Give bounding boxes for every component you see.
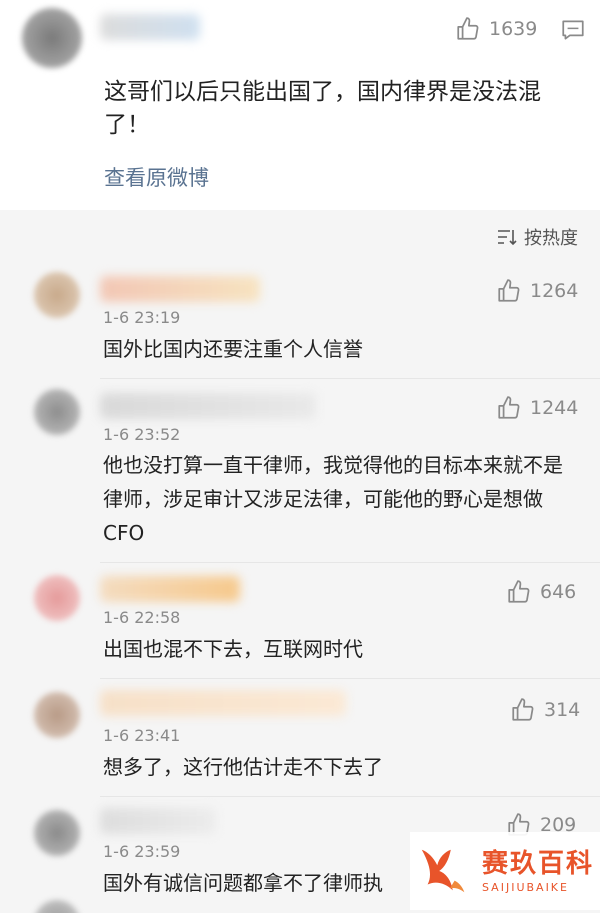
divider: [100, 562, 600, 563]
comment-text: 国外比国内还要注重个人信誉: [103, 337, 363, 361]
divider: [100, 378, 600, 379]
comment-like-count: 1244: [530, 397, 579, 419]
comment-like-count: 646: [540, 581, 577, 603]
comment-avatar[interactable]: [34, 389, 80, 435]
thumbs-up-icon: [457, 17, 479, 40]
comment-like-count: 1264: [530, 280, 579, 302]
comment-text: 出国也混不下去，互联网时代: [103, 637, 363, 661]
divider: [100, 796, 600, 797]
sort-by-hot-button[interactable]: 按热度: [496, 224, 578, 250]
watermark: 赛玖百科 SAIJIUBAIKE: [410, 832, 600, 910]
watermark-title: 赛玖百科: [482, 848, 595, 879]
comment-author-name[interactable]: [100, 576, 240, 602]
comment-avatar[interactable]: [34, 272, 80, 318]
post-text: 这哥们以后只能出国了，国内律界是没法混了！: [104, 79, 541, 138]
post-author-avatar[interactable]: [22, 8, 82, 68]
comment-author-name[interactable]: [100, 276, 260, 302]
comment-time: 1-6 23:41: [103, 726, 181, 745]
original-post-card: 1639 这哥们以后只能出国了，国内律界是没法混了！ 查看原微博: [0, 0, 600, 210]
comment-time: 1-6 23:19: [103, 308, 181, 327]
thumbs-up-icon: [512, 698, 534, 721]
sort-icon: [498, 230, 517, 246]
watermark-subtitle: SAIJIUBAIKE: [482, 880, 569, 894]
comment-avatar[interactable]: [34, 810, 80, 856]
comment-icon[interactable]: [560, 17, 586, 43]
comment-time: 1-6 23:59: [103, 842, 181, 861]
post-like-button[interactable]: 1639: [455, 16, 537, 42]
comment-like-button[interactable]: 314: [510, 697, 580, 723]
comment-like-count: 314: [544, 699, 581, 721]
comment-author-name[interactable]: [100, 393, 316, 419]
post-like-count: 1639: [489, 18, 538, 40]
comment-text: 他也没打算一直干律师，我觉得他的目标本来就不是律师，涉足审计又涉足法律，可能他的…: [103, 453, 563, 545]
thumbs-up-icon: [508, 580, 530, 603]
comment-avatar[interactable]: [34, 575, 80, 621]
comment-author-name[interactable]: [100, 690, 346, 716]
comment-avatar[interactable]: [34, 692, 80, 738]
view-original-link[interactable]: 查看原微博: [104, 162, 209, 192]
thumbs-up-icon: [498, 396, 520, 419]
comment-text: 想多了，这行他估计走不下去了: [103, 755, 383, 779]
thumbs-up-icon: [498, 279, 520, 302]
comment-avatar[interactable]: [34, 900, 80, 913]
comment-like-button[interactable]: 646: [506, 579, 576, 605]
post-author-name[interactable]: [100, 14, 200, 40]
comment-like-button[interactable]: 1244: [496, 395, 578, 421]
whale-tail-logo-icon: [421, 849, 465, 893]
sort-label: 按热度: [524, 228, 578, 249]
comment-time: 1-6 23:52: [103, 425, 181, 444]
divider: [100, 678, 600, 679]
comment-like-button[interactable]: 1264: [496, 278, 578, 304]
comment-author-name[interactable]: [100, 808, 216, 834]
comment-time: 1-6 22:58: [103, 608, 181, 627]
